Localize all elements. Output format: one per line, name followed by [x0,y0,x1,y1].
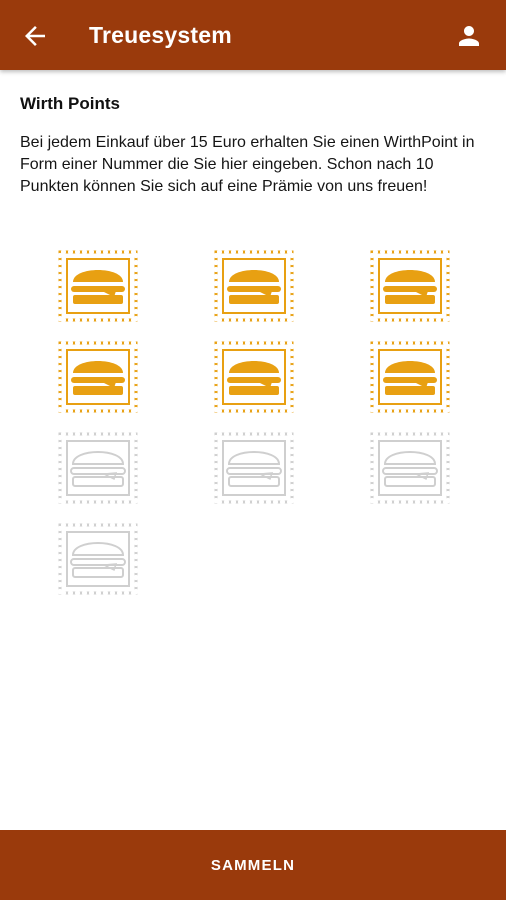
burger-stamp-icon [57,340,139,414]
person-icon[interactable] [454,21,484,51]
stamp-collected [213,340,295,414]
collect-button-label: SAMMELN [210,857,296,874]
burger-stamp-icon [57,249,139,323]
stamp-collected [213,249,295,323]
burger-stamp-icon [57,431,139,505]
burger-stamp-icon [213,431,295,505]
collect-button[interactable]: SAMMELN [0,830,506,900]
stamp-collected [57,340,139,414]
main-content: Wirth Points Bei jedem Einkauf über 15 E… [20,90,486,198]
burger-stamp-icon [369,340,451,414]
burger-stamp-icon [213,340,295,414]
stamp-empty [369,431,451,505]
page-title: Treuesystem [89,22,232,48]
stamp-collected [57,249,139,323]
section-heading: Wirth Points [20,94,120,113]
burger-stamp-icon [369,431,451,505]
stamp-empty [57,522,139,596]
stamp-empty [57,431,139,505]
stamp-empty [213,431,295,505]
burger-stamp-icon [369,249,451,323]
burger-stamp-icon [57,522,139,596]
app-bar: Treuesystem [0,0,506,70]
burger-stamp-icon [213,249,295,323]
stamp-collected [369,340,451,414]
arrow-left-icon[interactable] [20,21,50,51]
description-text: Bei jedem Einkauf über 15 Euro erhalten … [20,134,475,195]
stamp-collected [369,249,451,323]
